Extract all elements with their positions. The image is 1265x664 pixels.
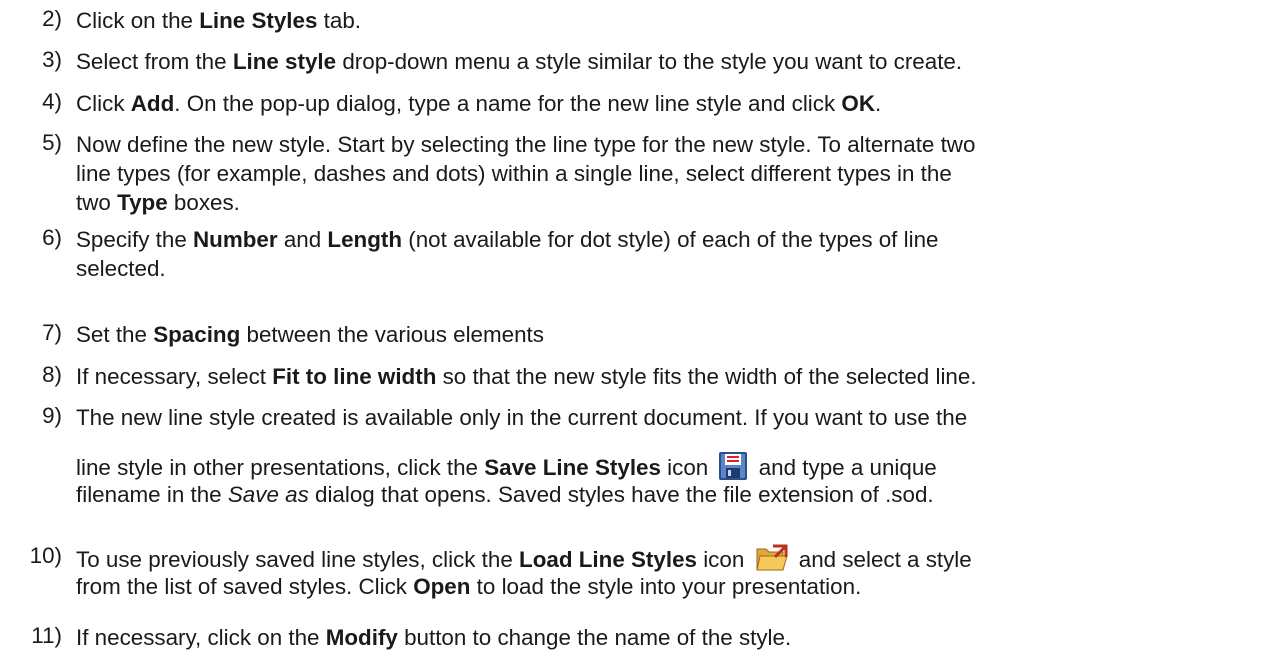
text-line: Specify the Number and Length (not avail… [76,225,938,254]
bold-term: Fit to line width [272,364,437,389]
text-line: If necessary, select Fit to line width s… [76,362,977,391]
text-run: between the various elements [240,322,544,347]
text-line: selected. [76,254,166,283]
text-run: If necessary, select [76,364,273,389]
text-run: drop-down menu a style similar to the st… [336,49,963,74]
text-run: Set the [76,322,154,347]
text-run: Specify the [76,227,193,252]
text-run: boxes. [167,190,240,215]
text-run: and type a unique [752,455,937,480]
text-run: to load the style into your presentation… [470,574,862,599]
text-line: two Type boxes. [76,188,240,217]
text-line: Now define the new style. Start by selec… [76,130,975,159]
text-run: Click on the [76,8,200,33]
text-run: selected. [76,256,166,281]
step-number: 11) [31,623,62,648]
step-number: 4) [42,89,62,114]
text-line: filename in the Save as dialog that open… [76,480,934,509]
text-run: Click [76,91,131,116]
bold-term: Open [413,574,471,599]
text-line: from the list of saved styles. Click Ope… [76,572,861,601]
step-number: 8) [42,362,62,387]
text-line: line types (for example, dashes and dots… [76,159,952,188]
text-line: The new line style created is available … [76,403,967,432]
text-run: The new line style created is available … [76,405,968,430]
step-number: 9) [42,403,62,428]
step-number: 6) [42,225,62,250]
text-line: If necessary, click on the Modify button… [76,623,791,652]
text-run: dialog that opens. Saved styles have the… [308,482,934,507]
text-run: two [76,190,118,215]
bold-term: OK [841,91,875,116]
bold-term: Length [327,227,403,252]
bold-term: Line style [232,49,337,74]
text-run: so that the new style fits the width of … [436,364,977,389]
text-run: To use previously saved line styles, cli… [76,547,520,572]
text-line: Set the Spacing between the various elem… [76,320,544,349]
text-line: Click on the Line Styles tab. [76,6,361,35]
bold-term: Add [130,91,175,116]
text-run: line types (for example, dashes and dots… [76,161,952,186]
text-run: and [277,227,328,252]
bold-term: Number [193,227,278,252]
text-run: icon [696,547,751,572]
text-run: (not available for dot style) of each of… [402,227,939,252]
text-run: icon [660,455,715,480]
text-run: and select a style [792,547,972,572]
text-line: Click Add. On the pop-up dialog, type a … [76,89,881,118]
text-run: from the list of saved styles. Click [76,574,414,599]
text-line: Select from the Line style drop-down men… [76,47,962,76]
step-number: 2) [42,6,62,31]
text-run: filename in the [76,482,228,507]
bold-term: Line Styles [199,8,318,33]
bold-term: Type [117,190,168,215]
text-run: . [875,91,882,116]
bold-term: Spacing [153,322,241,347]
italic-term: Save as [227,482,309,507]
bold-term: Modify [325,625,398,650]
bold-term: Save Line Styles [484,455,661,480]
text-run: line style in other presentations, click… [76,455,485,480]
text-run: . On the pop-up dialog, type a name for … [174,91,842,116]
text-run: tab. [317,8,362,33]
step-number: 5) [42,130,62,155]
bold-term: Load Line Styles [519,547,697,572]
step-number: 10) [29,543,62,568]
text-run: button to change the name of the style. [397,625,792,650]
text-run: Now define the new style. Start by selec… [76,132,976,157]
text-run: Select from the [76,49,233,74]
step-number: 3) [42,47,62,72]
step-number: 7) [42,320,62,345]
text-run: If necessary, click on the [76,625,326,650]
